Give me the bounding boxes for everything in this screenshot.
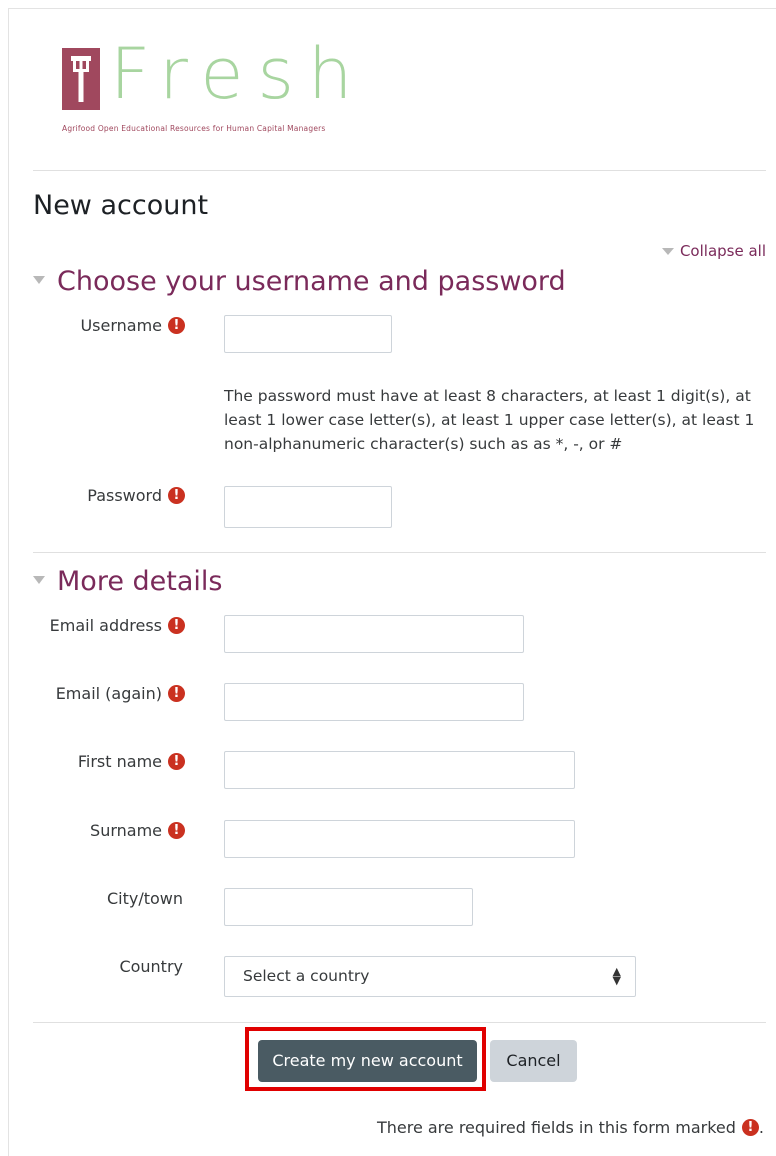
password-policy-note: The password must have at least 8 charac… — [224, 387, 755, 453]
country-label: Country — [119, 957, 183, 976]
country-select[interactable]: Select a country ▲ ▼ — [224, 956, 636, 997]
fork-icon — [62, 48, 100, 110]
collapse-triangle-icon — [33, 275, 45, 284]
site-logo[interactable]: Fresh Agrifood Open Educational Resource… — [62, 34, 382, 138]
required-icon: ! — [168, 822, 185, 839]
required-icon: ! — [168, 753, 185, 770]
firstname-label-text: First name — [77, 752, 162, 771]
password-label-text: Password — [87, 486, 162, 505]
required-icon: ! — [168, 685, 185, 702]
logo-tagline: Agrifood Open Educational Resources for … — [62, 124, 326, 133]
select-arrows-icon: ▲ ▼ — [612, 965, 621, 987]
country-select-value: Select a country — [243, 967, 370, 985]
username-label-text: Username — [80, 316, 162, 335]
required-icon: ! — [168, 617, 185, 634]
email-input[interactable] — [224, 615, 524, 653]
page-title: New account — [33, 190, 209, 221]
section-header-more-details[interactable]: More details — [33, 566, 222, 597]
required-fields-text: There are required fields in this form m… — [376, 1118, 736, 1137]
required-icon: ! — [168, 487, 185, 504]
divider — [33, 552, 766, 553]
city-label: City/town — [106, 889, 183, 908]
email-again-input[interactable] — [224, 683, 524, 721]
collapse-triangle-icon — [33, 575, 45, 584]
email-again-label-text: Email (again) — [55, 684, 162, 703]
logo-mark — [62, 48, 100, 110]
cancel-button[interactable]: Cancel — [490, 1040, 577, 1082]
password-input[interactable] — [224, 486, 392, 528]
collapse-all-label: Collapse all — [679, 242, 766, 260]
footer-period: . — [758, 1118, 764, 1137]
divider — [33, 170, 766, 171]
create-account-button[interactable]: Create my new account — [258, 1040, 477, 1082]
email-label-text: Email address — [49, 616, 162, 635]
firstname-input[interactable] — [224, 751, 575, 789]
section-header-username-password[interactable]: Choose your username and password — [33, 266, 566, 297]
surname-label-text: Surname — [90, 821, 162, 840]
divider — [33, 1022, 766, 1023]
section-title-label: Choose your username and password — [57, 266, 566, 297]
surname-label: Surname! — [90, 821, 185, 840]
surname-input[interactable] — [224, 820, 575, 858]
firstname-label: First name! — [78, 752, 185, 771]
username-input[interactable] — [224, 315, 392, 353]
city-input[interactable] — [224, 888, 473, 926]
logo-wordmark: Fresh — [110, 33, 367, 115]
collapse-all-link[interactable]: Collapse all — [661, 242, 766, 260]
collapse-triangle-icon — [661, 248, 674, 255]
required-icon: ! — [168, 317, 185, 334]
required-fields-note: There are required fields in this form m… — [377, 1118, 764, 1137]
required-icon: ! — [741, 1119, 759, 1136]
username-label: Username! — [80, 316, 185, 335]
email-again-label: Email (again)! — [56, 684, 185, 703]
section-title-label: More details — [57, 566, 223, 597]
email-label: Email address! — [50, 616, 185, 635]
password-label: Password! — [87, 486, 185, 505]
